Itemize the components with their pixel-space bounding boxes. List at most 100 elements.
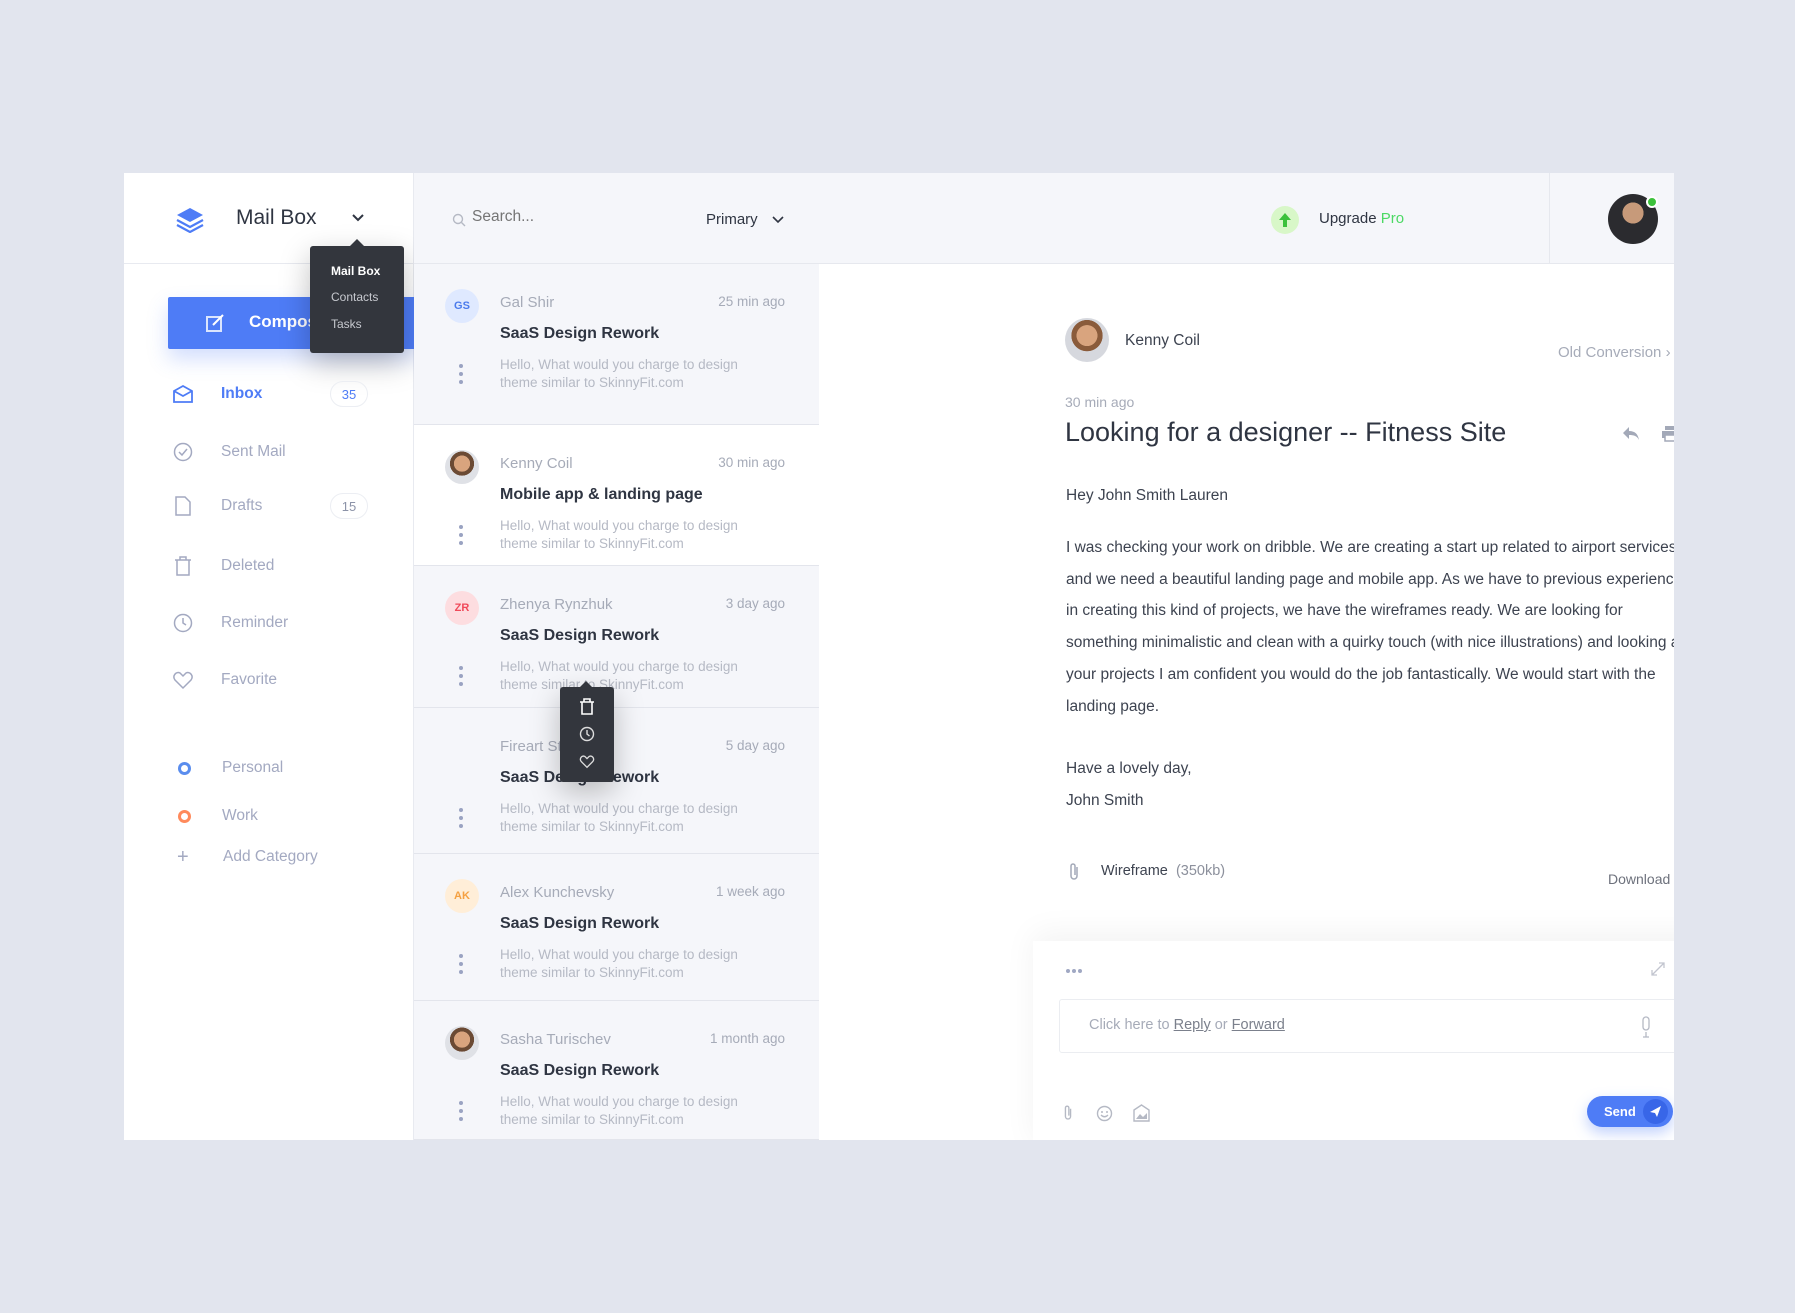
category-dot-icon	[178, 761, 191, 775]
more-vertical-icon[interactable]	[459, 954, 464, 974]
category-personal[interactable]: Personal	[124, 753, 414, 783]
email-row[interactable]: Sasha Turischev 1 month ago SaaS Design …	[414, 1001, 819, 1140]
message-body: I was checking your work on dribble. We …	[1066, 539, 1674, 715]
app-switcher-menu: Mail Box Contacts Tasks	[310, 239, 404, 353]
trash-icon	[175, 556, 191, 576]
email-time: 1 week ago	[715, 884, 785, 899]
download-link[interactable]: Download	[1608, 871, 1670, 887]
email-preview: Hello, What would you charge to design t…	[500, 518, 738, 551]
sidebar-item-drafts[interactable]: Drafts 15	[124, 491, 414, 521]
more-vertical-icon[interactable]	[459, 808, 464, 828]
sidebar-item-label: Deleted	[221, 557, 275, 574]
attach-icon[interactable]	[1062, 1104, 1074, 1122]
check-circle-icon	[173, 442, 193, 462]
email-preview: Hello, What would you charge to design t…	[500, 801, 738, 834]
paper-plane-icon	[1643, 1099, 1668, 1124]
sidebar-item-inbox[interactable]: Inbox 35	[124, 379, 414, 409]
edit-icon	[206, 314, 224, 332]
email-preview: Hello, What would you charge to design t…	[500, 947, 738, 980]
message-time: 30 min ago	[1065, 394, 1135, 410]
expand-icon[interactable]	[1650, 961, 1666, 977]
old-conversion-label: Old Conversion	[1558, 344, 1662, 361]
email-subject: SaaS Design Rework	[500, 1062, 660, 1079]
chevron-down-icon[interactable]	[351, 213, 365, 223]
drafts-count-badge: 15	[330, 493, 368, 519]
sender-avatar	[445, 450, 479, 484]
sender-name: Zhenya Rynzhuk	[500, 596, 613, 613]
reply-link[interactable]: Reply	[1174, 1017, 1211, 1033]
upgrade-pro-link[interactable]: Upgrade Pro	[1319, 210, 1404, 227]
sidebar-item-label: Reminder	[221, 614, 289, 631]
more-options-icon[interactable]	[1066, 969, 1082, 973]
old-conversion-link[interactable]: Old Conversion ›	[1558, 344, 1671, 361]
category-label: Work	[222, 807, 258, 824]
send-label: Send	[1604, 1104, 1636, 1119]
email-row[interactable]: GS Gal Shir 25 min ago SaaS Design Rework…	[414, 264, 819, 425]
add-category-label: Add Category	[223, 848, 318, 865]
menu-item-tasks[interactable]: Tasks	[331, 317, 362, 331]
sender-avatar	[445, 1026, 479, 1060]
send-button[interactable]: Send	[1587, 1096, 1673, 1127]
sender-avatar: AK	[445, 879, 479, 913]
reply-icon[interactable]	[1622, 425, 1640, 441]
plus-icon: +	[177, 845, 189, 868]
layers-logo-icon	[176, 208, 204, 233]
clock-icon	[173, 613, 193, 633]
email-time: 5 day ago	[725, 738, 785, 753]
sidebar-item-label: Drafts	[221, 497, 263, 514]
signoff: Have a lovely day,	[1066, 760, 1192, 777]
sender-avatar	[1065, 318, 1109, 362]
menu-item-contacts[interactable]: Contacts	[331, 290, 378, 304]
email-row[interactable]: Fireart Studio 5 day ago SaaS Design Rew…	[414, 708, 819, 854]
sidebar-item-deleted[interactable]: Deleted	[124, 551, 414, 581]
image-icon[interactable]	[1133, 1104, 1150, 1122]
sidebar-item-reminder[interactable]: Reminder	[124, 608, 414, 638]
envelope-icon	[173, 384, 193, 403]
email-time: 3 day ago	[725, 596, 785, 611]
email-list: Primary GS Gal Shir 25 min ago SaaS Desig…	[414, 173, 819, 1140]
trash-icon[interactable]	[579, 698, 595, 715]
microphone-icon[interactable]	[1640, 1016, 1652, 1038]
message-title: Looking for a designer -- Fitness Site	[1065, 417, 1507, 447]
email-preview: Hello, What would you charge to design t…	[500, 1094, 738, 1127]
primary-filter-dropdown[interactable]: Primary	[706, 211, 784, 228]
email-subject: Mobile app & landing page	[500, 486, 703, 503]
sidebar: Mail Box Compose Mail Box Contacts Tasks…	[124, 173, 418, 1140]
clock-icon[interactable]	[579, 726, 595, 742]
more-vertical-icon[interactable]	[459, 1101, 464, 1121]
email-time: 1 month ago	[709, 1031, 785, 1046]
category-dot-icon	[178, 809, 191, 823]
sender-avatar: GS	[445, 289, 479, 323]
emoji-icon[interactable]	[1096, 1105, 1113, 1122]
email-subject: SaaS Design Rework	[500, 325, 660, 342]
or-text: or	[1214, 1017, 1228, 1033]
more-vertical-icon[interactable]	[459, 666, 464, 686]
email-row[interactable]: Kenny Coil 30 min ago Mobile app & landi…	[414, 425, 819, 566]
heart-icon[interactable]	[579, 754, 595, 769]
menu-item-mail-box[interactable]: Mail Box	[331, 264, 380, 278]
search-input[interactable]	[472, 208, 672, 226]
sender-name: Alex Kunchevsky	[500, 884, 615, 901]
sender-name: Sasha Turischev	[500, 1031, 611, 1048]
more-vertical-icon[interactable]	[459, 364, 464, 384]
reply-input[interactable]: Click here to Reply or Forward	[1059, 999, 1674, 1053]
sidebar-item-sent-mail[interactable]: Sent Mail	[124, 437, 414, 467]
chevron-right-icon: ›	[1665, 344, 1671, 361]
email-subject: SaaS Design Rework	[500, 627, 660, 644]
upgrade-label: Upgrade	[1319, 210, 1377, 227]
print-icon[interactable]	[1661, 425, 1674, 442]
upgrade-arrow-icon[interactable]	[1271, 206, 1299, 234]
forward-link[interactable]: Forward	[1232, 1017, 1285, 1033]
category-work[interactable]: Work	[124, 801, 414, 831]
paperclip-icon	[1070, 863, 1078, 880]
reply-prompt: Click here to	[1089, 1017, 1170, 1033]
add-category-button[interactable]: + Add Category	[124, 842, 414, 872]
email-row[interactable]: AK Alex Kunchevsky 1 week ago SaaS Design…	[414, 854, 819, 1001]
more-vertical-icon[interactable]	[459, 525, 464, 545]
pro-label: Pro	[1380, 210, 1405, 227]
attachment[interactable]: Wireframe (350kb)	[1101, 863, 1225, 879]
sidebar-item-favorite[interactable]: Favorite	[124, 665, 414, 695]
app-title: Mail Box	[236, 206, 317, 229]
email-row[interactable]: ZR Zhenya Rynzhuk 3 day ago SaaS Design R…	[414, 566, 819, 708]
heart-icon	[173, 671, 193, 690]
